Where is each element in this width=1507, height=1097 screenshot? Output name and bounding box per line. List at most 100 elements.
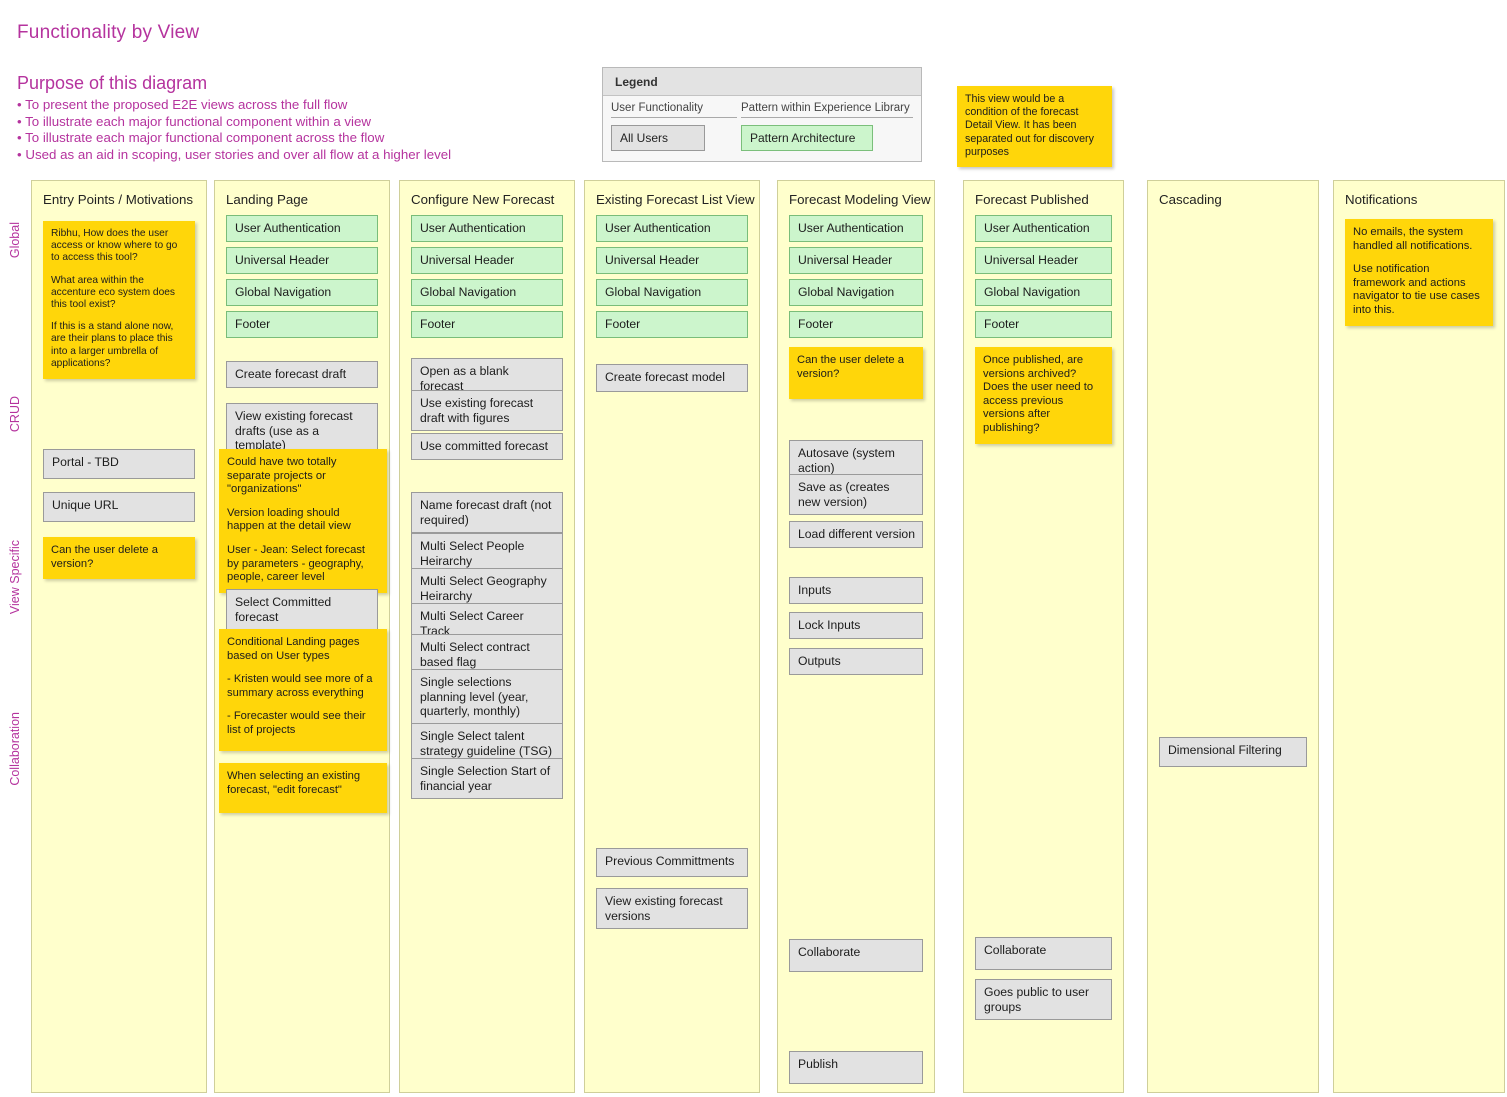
- column-title: Forecast Modeling View: [789, 192, 931, 207]
- functionality-box-view-existing-forecast-versions[interactable]: View existing forecast versions: [596, 888, 748, 929]
- pattern-box-universal-header[interactable]: Universal Header: [596, 247, 748, 274]
- functionality-box-collaborate[interactable]: Collaborate: [789, 939, 923, 972]
- sticky-note-paragraph: Version loading should happen at the det…: [227, 506, 351, 533]
- sticky-note: Ribhu, How does the user access or know …: [43, 221, 195, 379]
- functionality-box-unique-url[interactable]: Unique URL: [43, 492, 195, 522]
- sticky-note-paragraph: If this is a stand alone now, are their …: [51, 321, 174, 369]
- sticky-note-paragraph: No emails, the system handled all notifi…: [1353, 226, 1473, 252]
- sticky-note: Conditional Landing pages based on User …: [219, 629, 387, 751]
- swimlane-column-forecast-modeling-view: Forecast Modeling View User Authenticatio…: [777, 180, 935, 1093]
- legend-panel: Legend User Functionality All Users Patt…: [602, 67, 922, 162]
- pattern-box-universal-header[interactable]: Universal Header: [411, 247, 563, 274]
- functionality-box-previous-committments[interactable]: Previous Committments: [596, 848, 748, 877]
- sticky-note-paragraph: Conditional Landing pages based on User …: [227, 636, 360, 662]
- functionality-box-save-as-creates-new-version[interactable]: Save as (creates new version): [789, 474, 923, 515]
- purpose-bullet-list: • To present the proposed E2E views acro…: [17, 97, 451, 164]
- legend-column-user-functionality: User Functionality All Users: [611, 102, 737, 151]
- sticky-note-paragraph: Once published, are versions archived? D…: [983, 354, 1094, 434]
- swimlane-column-forecast-published: Forecast Published User Authentication Uni…: [963, 180, 1124, 1093]
- column-title: Notifications: [1345, 192, 1418, 207]
- pattern-box-user-authentication[interactable]: User Authentication: [789, 215, 923, 242]
- column-title: Configure New Forecast: [411, 192, 555, 207]
- sticky-note-paragraph: User - Jean: Select forecast by paramete…: [227, 543, 366, 584]
- pattern-box-global-navigation[interactable]: Global Navigation: [975, 279, 1112, 306]
- swimlane-column-notifications: Notifications No emails, the system handl…: [1333, 180, 1505, 1093]
- pattern-box-footer[interactable]: Footer: [226, 311, 378, 338]
- sticky-note: Can the user delete a version?: [789, 347, 923, 399]
- functionality-box-publish[interactable]: Publish: [789, 1051, 923, 1084]
- column-title: Cascading: [1159, 192, 1222, 207]
- column-title: Forecast Published: [975, 192, 1089, 207]
- row-label-crud: CRUD: [8, 396, 22, 433]
- functionality-box-lock-inputs[interactable]: Lock Inputs: [789, 612, 923, 639]
- pattern-box-footer[interactable]: Footer: [596, 311, 748, 338]
- row-label-view-specific: View Specific: [8, 540, 22, 615]
- pattern-box-footer[interactable]: Footer: [411, 311, 563, 338]
- purpose-bullet: • Used as an aid in scoping, user storie…: [17, 147, 452, 163]
- sticky-note-paragraph: Ribhu, How does the user access or know …: [51, 228, 178, 264]
- legend-title: Legend: [603, 68, 921, 96]
- pattern-box-global-navigation[interactable]: Global Navigation: [789, 279, 923, 306]
- functionality-box-select-committed-forecast[interactable]: Select Committed forecast: [226, 589, 378, 630]
- swimlane-column-configure-new-forecast: Configure New Forecast User Authenticatio…: [399, 180, 575, 1093]
- pattern-box-footer[interactable]: Footer: [789, 311, 923, 338]
- sticky-note: Could have two totally separate projects…: [219, 449, 387, 593]
- functionality-box-use-committed-forecast[interactable]: Use committed forecast: [411, 433, 563, 460]
- sticky-note: Once published, are versions archived? D…: [975, 347, 1112, 444]
- pattern-box-universal-header[interactable]: Universal Header: [975, 247, 1112, 274]
- legend-body: User Functionality All Users Pattern wit…: [603, 96, 921, 162]
- functionality-box-create-forecast-draft[interactable]: Create forecast draft: [226, 361, 378, 388]
- pattern-box-global-navigation[interactable]: Global Navigation: [226, 279, 378, 306]
- sticky-note-paragraph: What area within the accenture eco syste…: [51, 274, 176, 311]
- sticky-note: No emails, the system handled all notifi…: [1345, 219, 1493, 326]
- functionality-box-inputs[interactable]: Inputs: [789, 577, 923, 604]
- legend-chip-all-users: All Users: [611, 125, 705, 151]
- top-sticky-note: This view would be a condition of the fo…: [957, 86, 1112, 168]
- pattern-box-footer[interactable]: Footer: [975, 311, 1112, 338]
- legend-header-pattern-library: Pattern within Experience Library: [741, 102, 913, 118]
- swimlane-column-landing-page: Landing Page User Authentication Universal…: [214, 180, 390, 1093]
- column-title: Landing Page: [226, 192, 309, 207]
- sticky-note-paragraph: Can the user delete a version?: [797, 354, 904, 380]
- swimlane-column-existing-forecast-list-view: Existing Forecast List View User Authenti…: [584, 180, 760, 1093]
- functionality-box-load-different-version[interactable]: Load different version: [789, 521, 923, 548]
- sticky-note-paragraph: - Kristen would see more of a summary ac…: [227, 673, 373, 699]
- pattern-box-user-authentication[interactable]: User Authentication: [226, 215, 378, 242]
- column-title: Existing Forecast List View: [596, 192, 755, 207]
- pattern-box-user-authentication[interactable]: User Authentication: [975, 215, 1112, 242]
- functionality-box-dimensional-filtering[interactable]: Dimensional Filtering: [1159, 737, 1307, 767]
- sticky-note-paragraph: When selecting an existing forecast, "ed…: [227, 770, 361, 796]
- functionality-box-create-forecast-model[interactable]: Create forecast model: [596, 364, 748, 392]
- row-label-collaboration: Collaboration: [8, 712, 22, 786]
- pattern-box-universal-header[interactable]: Universal Header: [789, 247, 923, 274]
- swimlane-column-entry-points-motivations: Entry Points / Motivations Ribhu, How doe…: [31, 180, 207, 1093]
- legend-chip-pattern-architecture: Pattern Architecture: [741, 125, 873, 151]
- functionality-box-collaborate[interactable]: Collaborate: [975, 937, 1112, 970]
- sticky-note-paragraph: Use notification framework and actions n…: [1353, 263, 1480, 316]
- pattern-box-global-navigation[interactable]: Global Navigation: [411, 279, 563, 306]
- purpose-bullet: • To illustrate each major functional co…: [17, 113, 372, 129]
- swimlane-column-cascading: Cascading Dimensional Filtering: [1147, 180, 1319, 1093]
- pattern-box-universal-header[interactable]: Universal Header: [226, 247, 378, 274]
- functionality-box-name-forecast-draft-not-required[interactable]: Name forecast draft (not required): [411, 492, 563, 533]
- row-label-global: Global: [8, 222, 22, 259]
- sticky-note-paragraph: - Forecaster would see their list of pro…: [227, 710, 366, 736]
- functionality-box-use-existing-forecast-draft-with-figures[interactable]: Use existing forecast draft with figures: [411, 390, 563, 431]
- sticky-note-paragraph: Can the user delete a version?: [51, 544, 158, 570]
- functionality-box-outputs[interactable]: Outputs: [789, 648, 923, 675]
- functionality-box-single-selection-start-of-financial-year[interactable]: Single Selection Start of financial year: [411, 758, 563, 799]
- sticky-note-paragraph: Could have two totally separate projects…: [227, 456, 337, 496]
- pattern-box-user-authentication[interactable]: User Authentication: [411, 215, 563, 242]
- functionality-box-portal-tbd[interactable]: Portal - TBD: [43, 449, 195, 479]
- purpose-bullet: • To present the proposed E2E views acro…: [17, 97, 348, 112]
- purpose-bullet: • To illustrate each major functional co…: [17, 130, 385, 146]
- pattern-box-global-navigation[interactable]: Global Navigation: [596, 279, 748, 306]
- sticky-note: When selecting an existing forecast, "ed…: [219, 763, 387, 813]
- sticky-note: Can the user delete a version?: [43, 537, 195, 580]
- functionality-box-single-selections-planning-level-year-qu[interactable]: Single selections planning level (year, …: [411, 669, 563, 725]
- pattern-box-user-authentication[interactable]: User Authentication: [596, 215, 748, 242]
- purpose-heading: Purpose of this diagram: [17, 73, 208, 93]
- functionality-box-goes-public-to-user-groups[interactable]: Goes public to user groups: [975, 979, 1112, 1020]
- column-title: Entry Points / Motivations: [43, 192, 194, 207]
- legend-column-pattern-library: Pattern within Experience Library Patter…: [741, 102, 913, 151]
